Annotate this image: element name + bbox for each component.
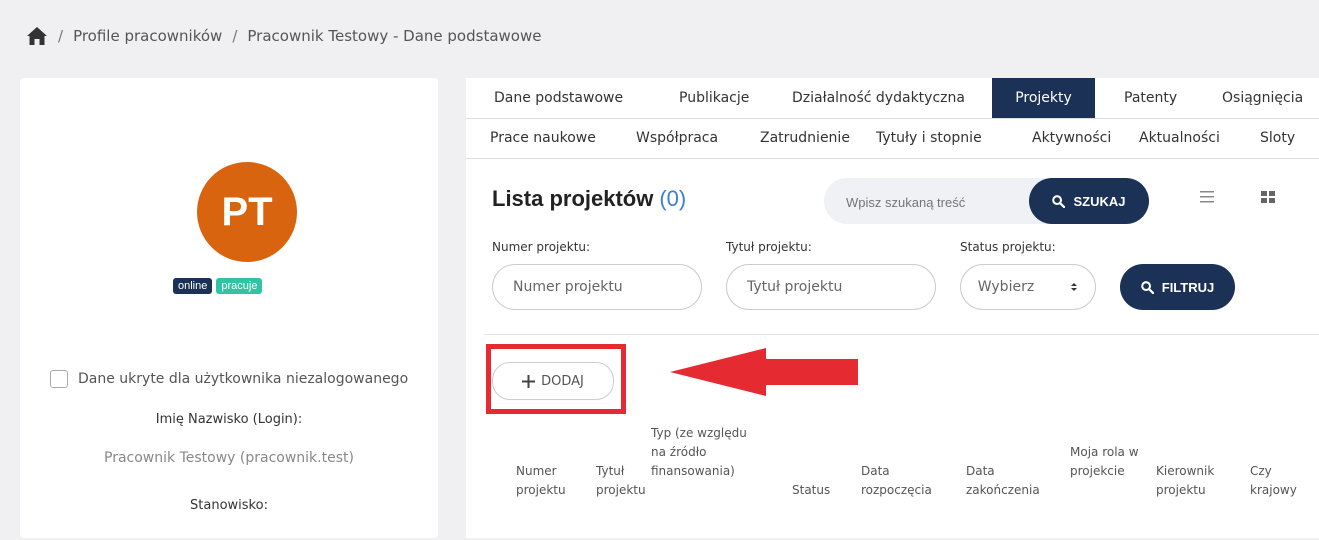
project-status-select[interactable]: Wybierz bbox=[960, 264, 1096, 310]
hidden-data-checkbox-row[interactable]: Dane ukryte dla użytkownika niezalogowan… bbox=[50, 370, 408, 388]
tab-employment[interactable]: Zatrudnienie bbox=[752, 118, 858, 158]
breadcrumb-item-profiles[interactable]: Profile pracowników bbox=[73, 27, 222, 45]
search-icon bbox=[1052, 194, 1066, 208]
filter-button[interactable]: FILTRUJ bbox=[1120, 264, 1235, 310]
main-panel: Dane podstawowe Publikacje Działalność d… bbox=[466, 78, 1319, 538]
project-status-label: Status projektu: bbox=[960, 240, 1056, 254]
breadcrumb-separator: / bbox=[58, 27, 64, 45]
grid-view-icon[interactable] bbox=[1259, 188, 1277, 206]
page-title: Lista projektów (0) bbox=[492, 186, 686, 212]
arrow-left-annotation-icon bbox=[670, 348, 858, 396]
column-header-end-date[interactable]: Data zakończenia bbox=[966, 462, 1046, 500]
position-label: Stanowisko: bbox=[190, 498, 268, 513]
tabs-row-2: Prace naukowe Współpraca Zatrudnienie Ty… bbox=[466, 118, 1319, 159]
projects-content: Lista projektów(0) SZUKAJ Numer projektu bbox=[466, 160, 1319, 540]
tab-news[interactable]: Aktualności bbox=[1131, 118, 1228, 158]
home-icon[interactable] bbox=[26, 26, 48, 46]
status-badge-online: online bbox=[173, 278, 213, 294]
project-title-placeholder: Tytuł projektu bbox=[747, 279, 843, 295]
project-title-input[interactable]: Tytuł projektu bbox=[726, 264, 936, 310]
project-title-label: Tytuł projektu: bbox=[726, 240, 812, 254]
profile-card: PT online pracuje Dane ukryte dla użytko… bbox=[20, 78, 438, 538]
name-value: Pracownik Testowy (pracownik.test) bbox=[104, 450, 354, 466]
search-bar: SZUKAJ bbox=[824, 178, 1149, 226]
tab-basic-data[interactable]: Dane podstawowe bbox=[486, 78, 631, 118]
column-header-national[interactable]: Czy krajowy bbox=[1250, 462, 1305, 500]
highlight-annotation-box bbox=[486, 344, 626, 414]
project-status-value: Wybierz bbox=[977, 279, 1035, 295]
search-button-label: SZUKAJ bbox=[1073, 193, 1126, 209]
hidden-data-checkbox-label: Dane ukryte dla użytkownika niezalogowan… bbox=[78, 371, 409, 387]
divider bbox=[484, 334, 1319, 335]
column-header-status[interactable]: Status bbox=[792, 481, 830, 500]
tab-scientific-works[interactable]: Prace naukowe bbox=[482, 118, 604, 158]
column-header-number[interactable]: Numer projektu bbox=[516, 462, 576, 500]
tab-achievements[interactable]: Osiągnięcia bbox=[1214, 78, 1311, 118]
search-input[interactable] bbox=[844, 178, 1028, 226]
tab-patents[interactable]: Patenty bbox=[1116, 78, 1185, 118]
name-label: Imię Nazwisko (Login): bbox=[155, 412, 303, 427]
breadcrumb-item-current: Pracownik Testowy - Dane podstawowe bbox=[247, 27, 542, 45]
tab-slots[interactable]: Sloty bbox=[1252, 118, 1303, 158]
breadcrumb-separator: / bbox=[232, 27, 238, 45]
column-header-title[interactable]: Tytuł projektu bbox=[596, 462, 656, 500]
project-number-label: Numer projektu: bbox=[492, 240, 591, 254]
page-title-text: Lista projektów bbox=[492, 186, 654, 211]
project-number-input[interactable]: Numer projektu bbox=[492, 264, 702, 310]
hidden-data-checkbox[interactable] bbox=[50, 370, 68, 388]
tab-teaching[interactable]: Działalność dydaktyczna bbox=[784, 78, 973, 118]
search-icon bbox=[1140, 280, 1154, 294]
tab-degrees[interactable]: Tytuły i stopnie bbox=[868, 118, 990, 158]
tabs-row-1: Dane podstawowe Publikacje Działalność d… bbox=[466, 78, 1319, 119]
project-count: (0) bbox=[659, 186, 687, 211]
filter-button-label: FILTRUJ bbox=[1161, 279, 1215, 295]
column-header-my-role[interactable]: Moja rola w projekcie bbox=[1070, 443, 1140, 481]
status-badge-works: pracuje bbox=[216, 278, 263, 294]
tab-cooperation[interactable]: Współpraca bbox=[628, 118, 726, 158]
breadcrumb: / Profile pracowników / Pracownik Testow… bbox=[0, 0, 1319, 72]
search-button[interactable]: SZUKAJ bbox=[1029, 178, 1149, 224]
tab-projects[interactable]: Projekty bbox=[992, 78, 1095, 118]
status-badges: online pracuje bbox=[173, 278, 263, 294]
select-arrows-icon bbox=[1071, 283, 1078, 291]
column-header-start-date[interactable]: Data rozpoczęcia bbox=[861, 462, 941, 500]
project-number-placeholder: Numer projektu bbox=[513, 279, 623, 295]
list-view-icon[interactable] bbox=[1198, 188, 1216, 206]
tab-publications[interactable]: Publikacje bbox=[671, 78, 757, 118]
avatar: PT bbox=[197, 162, 297, 262]
tab-activities[interactable]: Aktywności bbox=[1024, 118, 1119, 158]
column-header-manager[interactable]: Kierownik projektu bbox=[1156, 462, 1226, 500]
column-header-type[interactable]: Typ (ze względu na źródło finansowania) bbox=[651, 424, 756, 481]
